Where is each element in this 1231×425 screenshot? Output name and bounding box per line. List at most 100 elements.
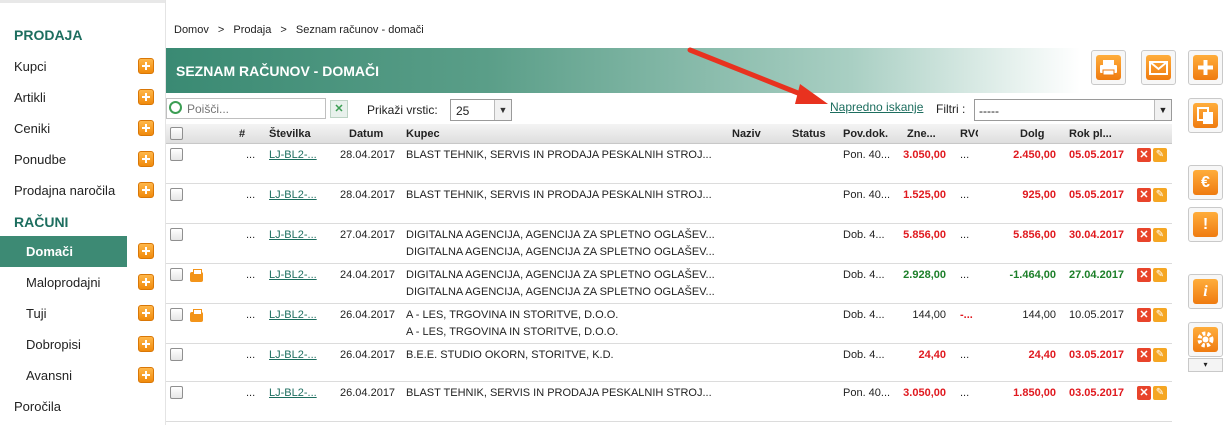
search-field[interactable] [166,98,326,119]
sidebar-item-label: Ponudbe [14,152,67,167]
euro-button[interactable]: € [1188,165,1223,200]
add-icon[interactable] [138,305,154,321]
add-icon[interactable] [138,367,154,383]
cell-stevilka-link[interactable]: LJ-BL2-... [269,229,317,241]
row-checkbox[interactable] [170,308,183,321]
clear-search-button[interactable]: ✕ [330,100,348,118]
delete-icon[interactable]: ✕ [1137,148,1151,162]
cell-rvo: -... [960,309,973,321]
edit-icon[interactable]: ✎ [1153,148,1167,162]
row-checkbox[interactable] [170,386,183,399]
add-icon[interactable] [138,274,154,290]
table-row[interactable]: ... LJ-BL2-... 28.04.2017 BLAST TEHNIK, SER… [166,144,1172,184]
col-header-povdok[interactable]: Pov.dok. [843,128,888,140]
cell-stevilka-link[interactable]: LJ-BL2-... [269,387,317,399]
edit-icon[interactable]: ✎ [1153,228,1167,242]
cell-povdok: Pon. 40... [843,387,891,399]
cell-num: ... [246,349,256,361]
add-icon[interactable] [138,243,154,259]
cell-kupec: DIGITALNA AGENCIJA, AGENCIJA ZA SPLETNO … [406,269,715,281]
sidebar-item-ceniki[interactable]: Ceniki [0,113,165,144]
advanced-search-link[interactable]: Napredno iskanje [830,100,923,114]
settings-dropdown-toggle[interactable]: ▾ [1188,358,1223,372]
sidebar-item-kupci[interactable]: Kupci [0,51,165,82]
sidebar-item-maloprodajni[interactable]: Maloprodajni [0,267,165,298]
col-header-znesek[interactable]: Zne... [907,128,936,140]
sidebar-item-domaci[interactable]: Domači [0,236,165,267]
col-header-status[interactable]: Status [792,128,826,140]
sidebar-item-artikli[interactable]: Artikli [0,82,165,113]
add-icon[interactable] [138,120,154,136]
col-header-kupec[interactable]: Kupec [406,128,440,140]
row-checkbox[interactable] [170,148,183,161]
table-row[interactable]: ... LJ-BL2-... 28.04.2017 BLAST TEHNIK, SER… [166,184,1172,224]
table-row[interactable]: ... LJ-BL2-... 27.04.2017 DIGITALNA AGENCIJ… [166,224,1172,264]
table-row[interactable]: ... LJ-BL2-... 26.04.2017 B.E.E. STUDIO OKO… [166,344,1172,382]
delete-icon[interactable]: ✕ [1137,228,1151,242]
table-row[interactable]: ... LJ-BL2-... 24.04.2017 DIGITALNA AGENCIJ… [166,264,1172,304]
print-icon[interactable] [190,309,203,322]
edit-icon[interactable]: ✎ [1153,386,1167,400]
col-header-stevilka[interactable]: Številka [269,128,311,140]
sidebar-item-dobropisi[interactable]: Dobropisi [0,329,165,360]
cell-stevilka-link[interactable]: LJ-BL2-... [269,269,317,281]
add-icon[interactable] [138,336,154,352]
edit-icon[interactable]: ✎ [1153,188,1167,202]
edit-icon[interactable]: ✎ [1153,308,1167,322]
sidebar-item-tuji[interactable]: Tuji [0,298,165,329]
row-checkbox[interactable] [170,228,183,241]
cell-stevilka-link[interactable]: LJ-BL2-... [269,189,317,201]
breadcrumb-home[interactable]: Domov [174,24,209,36]
sidebar-item-label: Tuji [26,306,47,321]
col-header-dolg[interactable]: Dolg [1020,128,1044,140]
add-icon[interactable] [138,89,154,105]
info-button[interactable]: i [1188,274,1223,309]
add-icon[interactable] [138,151,154,167]
settings-button[interactable] [1188,322,1223,357]
cell-stevilka-link[interactable]: LJ-BL2-... [269,149,317,161]
copy-button[interactable] [1188,98,1223,133]
table-row[interactable]: ... LJ-BL2-... 26.04.2017 BLAST TEHNIK, SER… [166,382,1172,422]
rows-select[interactable]: 25 ▼ [450,99,512,121]
row-checkbox[interactable] [170,348,183,361]
search-input[interactable] [187,100,321,117]
table-row[interactable]: ... LJ-BL2-... 26.04.2017 A - LES, TRGOVINA… [166,304,1172,344]
cell-kupec: BLAST TEHNIK, SERVIS IN PRODAJA PESKALNI… [406,149,712,161]
sidebar-item-avansni[interactable]: Avansni [0,360,165,391]
cell-stevilka-link[interactable]: LJ-BL2-... [269,349,317,361]
select-all-checkbox[interactable] [170,127,183,140]
delete-icon[interactable]: ✕ [1137,268,1151,282]
title-bar: SEZNAM RAČUNOV - DOMAČI [166,48,1080,93]
row-checkbox[interactable] [170,188,183,201]
delete-icon[interactable]: ✕ [1137,348,1151,362]
row-checkbox[interactable] [170,268,183,281]
sidebar-item-ponudbe[interactable]: Ponudbe [0,144,165,175]
filter-select[interactable]: ----- ▼ [974,99,1172,121]
col-header-naziv[interactable]: Naziv [732,128,761,140]
delete-icon[interactable]: ✕ [1137,188,1151,202]
sidebar-item-porocila[interactable]: Poročila [0,391,165,422]
cell-stevilka-link[interactable]: LJ-BL2-... [269,309,317,321]
cell-dolg: 144,00 [1022,309,1056,321]
print-button[interactable] [1091,50,1126,85]
print-icon[interactable] [190,269,203,282]
breadcrumb-prodaja[interactable]: Prodaja [233,24,271,36]
col-header-rok[interactable]: Rok pl... [1069,128,1112,140]
email-button[interactable] [1141,50,1176,85]
delete-icon[interactable]: ✕ [1137,386,1151,400]
col-header-num[interactable]: # [239,128,245,140]
edit-icon[interactable]: ✎ [1153,348,1167,362]
cell-num: ... [246,269,256,281]
warning-button[interactable]: ! [1188,207,1223,242]
col-header-datum[interactable]: Datum [349,128,383,140]
settings-icon [1193,327,1218,352]
col-header-rvo[interactable]: RVO [960,128,978,140]
add-button[interactable] [1188,50,1223,85]
add-icon[interactable] [138,58,154,74]
delete-icon[interactable]: ✕ [1137,308,1151,322]
edit-icon[interactable]: ✎ [1153,268,1167,282]
cell-povdok: Dob. 4... [843,229,885,241]
add-icon[interactable] [138,182,154,198]
cell-znesek: 1.525,00 [903,189,946,201]
sidebar-item-prodajna-narocila[interactable]: Prodajna naročila [0,175,165,206]
